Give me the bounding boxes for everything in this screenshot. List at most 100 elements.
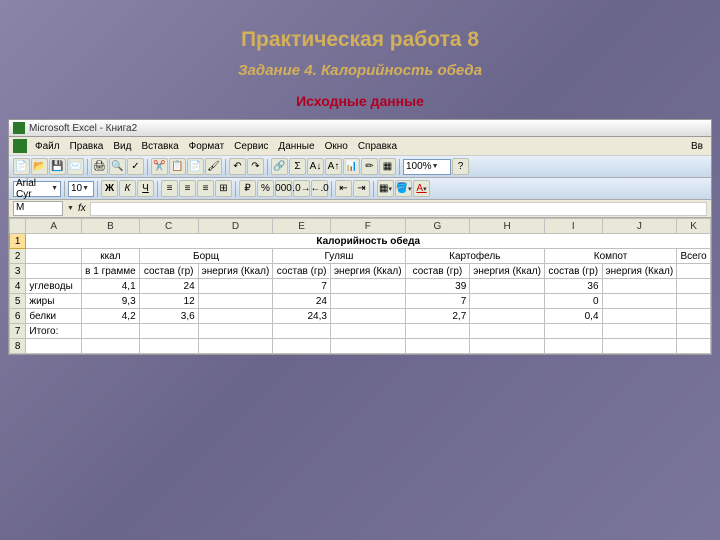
menu-window[interactable]: Окно xyxy=(321,140,352,153)
cell[interactable] xyxy=(82,324,140,339)
cell[interactable] xyxy=(405,324,470,339)
cell[interactable]: энергия (Ккал) xyxy=(330,264,405,279)
menu-edit[interactable]: Правка xyxy=(66,140,108,153)
format-painter-button[interactable]: 🖌 xyxy=(205,158,222,175)
cell[interactable]: состав (гр) xyxy=(405,264,470,279)
font-combo[interactable]: Arial Cyr▼ xyxy=(13,181,61,197)
cell[interactable] xyxy=(602,309,677,324)
menu-right[interactable]: Вв xyxy=(687,140,707,153)
spreadsheet-grid[interactable]: A B C D E F G H I J K 1 Калорийность обе… xyxy=(9,218,711,354)
col-header[interactable]: H xyxy=(470,219,545,234)
cell[interactable] xyxy=(26,249,82,264)
cell[interactable] xyxy=(198,294,273,309)
cell[interactable] xyxy=(198,309,273,324)
cell[interactable]: состав (гр) xyxy=(544,264,602,279)
row-header[interactable]: 3 xyxy=(10,264,26,279)
cell[interactable]: жиры xyxy=(26,294,82,309)
drawing-button[interactable]: ✏ xyxy=(361,158,378,175)
cell[interactable] xyxy=(677,294,711,309)
inc-decimal-button[interactable]: .0→ xyxy=(293,180,310,197)
cell[interactable]: 24 xyxy=(273,294,331,309)
underline-button[interactable]: Ч xyxy=(137,180,154,197)
cell[interactable] xyxy=(26,264,82,279)
redo-button[interactable]: ↷ xyxy=(247,158,264,175)
row-header[interactable]: 2 xyxy=(10,249,26,264)
currency-button[interactable]: ₽ xyxy=(239,180,256,197)
undo-button[interactable]: ↶ xyxy=(229,158,246,175)
row-header[interactable]: 7 xyxy=(10,324,26,339)
app-menu-icon[interactable] xyxy=(13,139,27,153)
cell[interactable] xyxy=(139,339,198,354)
cell[interactable]: 7 xyxy=(405,294,470,309)
cell[interactable] xyxy=(602,279,677,294)
menu-format[interactable]: Формат xyxy=(185,140,229,153)
cell[interactable] xyxy=(330,309,405,324)
cell[interactable] xyxy=(470,309,545,324)
sum-button[interactable]: Σ xyxy=(289,158,306,175)
mail-button[interactable]: ✉️ xyxy=(67,158,84,175)
cell[interactable]: 24 xyxy=(139,279,198,294)
cell[interactable]: 12 xyxy=(139,294,198,309)
fill-color-button[interactable]: 🪣▾ xyxy=(395,180,412,197)
row-header[interactable]: 1 xyxy=(10,234,26,249)
cell[interactable] xyxy=(330,339,405,354)
cell[interactable] xyxy=(677,279,711,294)
cell[interactable]: энергия (Ккал) xyxy=(470,264,545,279)
cell[interactable]: 0 xyxy=(544,294,602,309)
row-header[interactable]: 5 xyxy=(10,294,26,309)
cell[interactable] xyxy=(602,324,677,339)
cell[interactable]: в 1 грамме xyxy=(82,264,140,279)
cell[interactable] xyxy=(26,339,82,354)
cell[interactable]: Компот xyxy=(544,249,676,264)
cell[interactable] xyxy=(330,294,405,309)
align-right-button[interactable]: ≡ xyxy=(197,180,214,197)
cell[interactable] xyxy=(198,279,273,294)
dec-decimal-button[interactable]: ←.0 xyxy=(311,180,328,197)
cell[interactable]: 3,6 xyxy=(139,309,198,324)
col-header[interactable]: F xyxy=(330,219,405,234)
inc-indent-button[interactable]: ⇥ xyxy=(353,180,370,197)
percent-button[interactable]: % xyxy=(257,180,274,197)
col-header[interactable]: G xyxy=(405,219,470,234)
cell[interactable]: энергия (Ккал) xyxy=(198,264,273,279)
copy-button[interactable]: 📋 xyxy=(169,158,186,175)
cell[interactable] xyxy=(677,264,711,279)
name-dropdown-icon[interactable]: ▼ xyxy=(67,205,74,212)
cut-button[interactable]: ✂️ xyxy=(151,158,168,175)
col-header[interactable]: J xyxy=(602,219,677,234)
row-header[interactable]: 4 xyxy=(10,279,26,294)
cell[interactable] xyxy=(330,279,405,294)
help-button[interactable]: ? xyxy=(452,158,469,175)
col-header[interactable]: E xyxy=(273,219,331,234)
menu-insert[interactable]: Вставка xyxy=(137,140,182,153)
menu-view[interactable]: Вид xyxy=(109,140,135,153)
cell[interactable] xyxy=(273,324,331,339)
paste-button[interactable]: 📄 xyxy=(187,158,204,175)
open-button[interactable]: 📂 xyxy=(31,158,48,175)
cell[interactable] xyxy=(677,339,711,354)
new-button[interactable]: 📄 xyxy=(13,158,30,175)
cell[interactable]: белки xyxy=(26,309,82,324)
row-header[interactable]: 6 xyxy=(10,309,26,324)
dec-indent-button[interactable]: ⇤ xyxy=(335,180,352,197)
col-header[interactable]: D xyxy=(198,219,273,234)
col-header[interactable]: C xyxy=(139,219,198,234)
cell[interactable]: Гуляш xyxy=(273,249,405,264)
menu-data[interactable]: Данные xyxy=(274,140,318,153)
cell[interactable]: 2,7 xyxy=(405,309,470,324)
menu-file[interactable]: Файл xyxy=(31,140,64,153)
zoom-combo[interactable]: 100%▼ xyxy=(403,159,451,175)
cell[interactable] xyxy=(198,339,273,354)
cell[interactable] xyxy=(470,279,545,294)
cell[interactable]: 9,3 xyxy=(82,294,140,309)
name-box[interactable]: M xyxy=(13,201,63,216)
cell[interactable] xyxy=(677,309,711,324)
cell[interactable]: 0,4 xyxy=(544,309,602,324)
cell[interactable] xyxy=(677,324,711,339)
cell[interactable]: Итого: xyxy=(26,324,82,339)
cell[interactable]: 4,2 xyxy=(82,309,140,324)
col-header[interactable]: K xyxy=(677,219,711,234)
cell[interactable]: Всего xyxy=(677,249,711,264)
col-header[interactable]: I xyxy=(544,219,602,234)
cell[interactable]: энергия (Ккал) xyxy=(602,264,677,279)
